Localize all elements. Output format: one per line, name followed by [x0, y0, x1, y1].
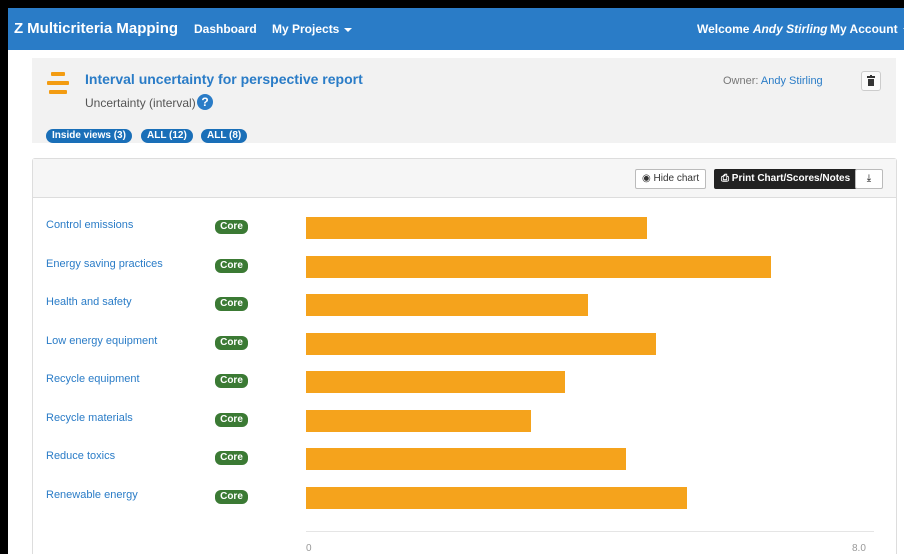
report-subtitle: Uncertainty (interval) [85, 96, 196, 110]
core-badge: Core [215, 297, 248, 311]
x-tick-label: 8.0 [852, 543, 866, 554]
brand-link[interactable]: Z Multicriteria Mapping [14, 8, 178, 50]
hide-chart-button[interactable]: ◉ Hide chart [635, 169, 707, 189]
owner-info: Owner: Andy Stirling [723, 75, 823, 87]
chart-bar[interactable] [306, 332, 656, 355]
criterion-link[interactable]: Low energy equipment [46, 335, 157, 347]
welcome-user: Andy Stirling [752, 22, 828, 36]
app-window: Z Multicriteria Mapping Dashboard My Proj… [8, 8, 904, 554]
owner-link[interactable]: Andy Stirling [761, 75, 823, 87]
criterion-link[interactable]: Health and safety [46, 296, 132, 308]
chart-bar[interactable] [306, 409, 531, 432]
chart-bar[interactable] [306, 448, 626, 470]
nav-my-account[interactable]: My Account [830, 8, 904, 50]
criterion-link[interactable]: Control emissions [46, 219, 133, 231]
nav-dashboard[interactable]: Dashboard [194, 8, 257, 50]
chart-bar[interactable] [306, 486, 687, 509]
navbar: Z Multicriteria Mapping Dashboard My Proj… [8, 8, 904, 50]
download-icon: ⤓ [866, 173, 872, 184]
report-header: Interval uncertainty for perspective rep… [32, 58, 896, 143]
criterion-link[interactable]: Reduce toxics [46, 450, 115, 462]
chart-bar[interactable] [306, 255, 771, 278]
delete-button[interactable] [861, 71, 881, 91]
filter-inside-views[interactable]: Inside views (3) [46, 129, 132, 143]
brand-logo-icon: Z [14, 20, 24, 37]
print-icon: ⎙ [721, 173, 729, 184]
download-button[interactable]: ⤓ [855, 169, 883, 189]
chevron-down-icon [344, 27, 353, 32]
core-badge: Core [215, 220, 248, 234]
nav-my-projects[interactable]: My Projects [272, 8, 353, 50]
chart-bar[interactable] [306, 217, 647, 239]
filter-all-options[interactable]: ALL (12) [141, 129, 193, 143]
criterion-link[interactable]: Recycle materials [46, 412, 133, 424]
chart-toolbar: ◉ Hide chart ⎙ Print Chart/Scores/Notes … [33, 159, 896, 198]
core-badge: Core [215, 258, 248, 273]
nav-my-account-label: My Account [830, 22, 898, 36]
core-badge: Core [215, 335, 248, 350]
x-axis-line [306, 531, 874, 532]
nav-my-projects-label: My Projects [272, 22, 340, 36]
brand-name: Multicriteria Mapping [27, 20, 179, 37]
x-tick-label: 0 [306, 543, 312, 554]
core-badge: Core [215, 412, 248, 427]
report-title[interactable]: Interval uncertainty for perspective rep… [85, 71, 363, 87]
criterion-link[interactable]: Recycle equipment [46, 373, 140, 385]
core-badge: Core [215, 489, 248, 504]
trash-icon [867, 75, 875, 86]
owner-label: Owner: [723, 75, 759, 87]
chart-bar[interactable] [306, 294, 588, 316]
nav-welcome: Welcome Andy Stirling [697, 8, 827, 50]
help-icon[interactable]: ? [197, 94, 213, 110]
hide-chart-label: Hide chart [653, 173, 700, 184]
report-icon [47, 72, 69, 102]
print-label: Print Chart/Scores/Notes [731, 173, 851, 184]
core-badge: Core [215, 451, 248, 465]
criterion-link[interactable]: Renewable energy [46, 489, 138, 501]
filter-all-criteria[interactable]: ALL (8) [201, 129, 248, 143]
print-button[interactable]: ⎙ Print Chart/Scores/Notes [714, 169, 858, 189]
chart-bar[interactable] [306, 371, 565, 393]
core-badge: Core [215, 374, 248, 388]
criterion-link[interactable]: Energy saving practices [46, 258, 163, 270]
eye-slash-icon: ◉ [642, 173, 651, 184]
welcome-prefix: Welcome [697, 22, 750, 36]
